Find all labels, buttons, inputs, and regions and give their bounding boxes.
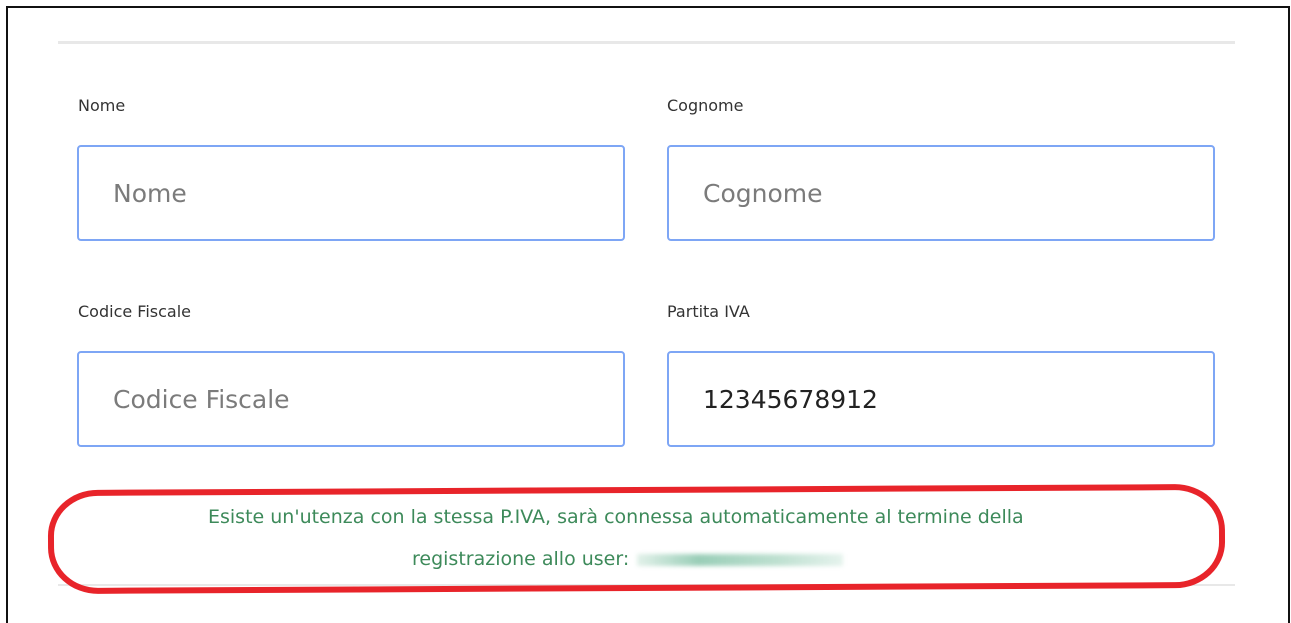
existing-user-notice-text: registrazione allo user: — [412, 548, 630, 570]
existing-user-notice-line-2: registrazione allo user: — [412, 548, 844, 570]
existing-user-notice-line-1: Esiste un'utenza con la stessa P.IVA, sa… — [208, 506, 1024, 528]
partita-iva-input[interactable] — [667, 351, 1215, 447]
partita-iva-label: Partita IVA — [667, 302, 750, 321]
nome-label: Nome — [78, 96, 126, 115]
nome-input[interactable] — [77, 145, 625, 241]
redacted-username — [637, 553, 844, 566]
codice-fiscale-label: Codice Fiscale — [78, 302, 191, 321]
codice-fiscale-input[interactable] — [77, 351, 625, 447]
notice-highlight-ellipse — [47, 483, 1226, 595]
top-divider — [58, 41, 1235, 44]
cognome-label: Cognome — [667, 96, 744, 115]
cognome-input[interactable] — [667, 145, 1215, 241]
